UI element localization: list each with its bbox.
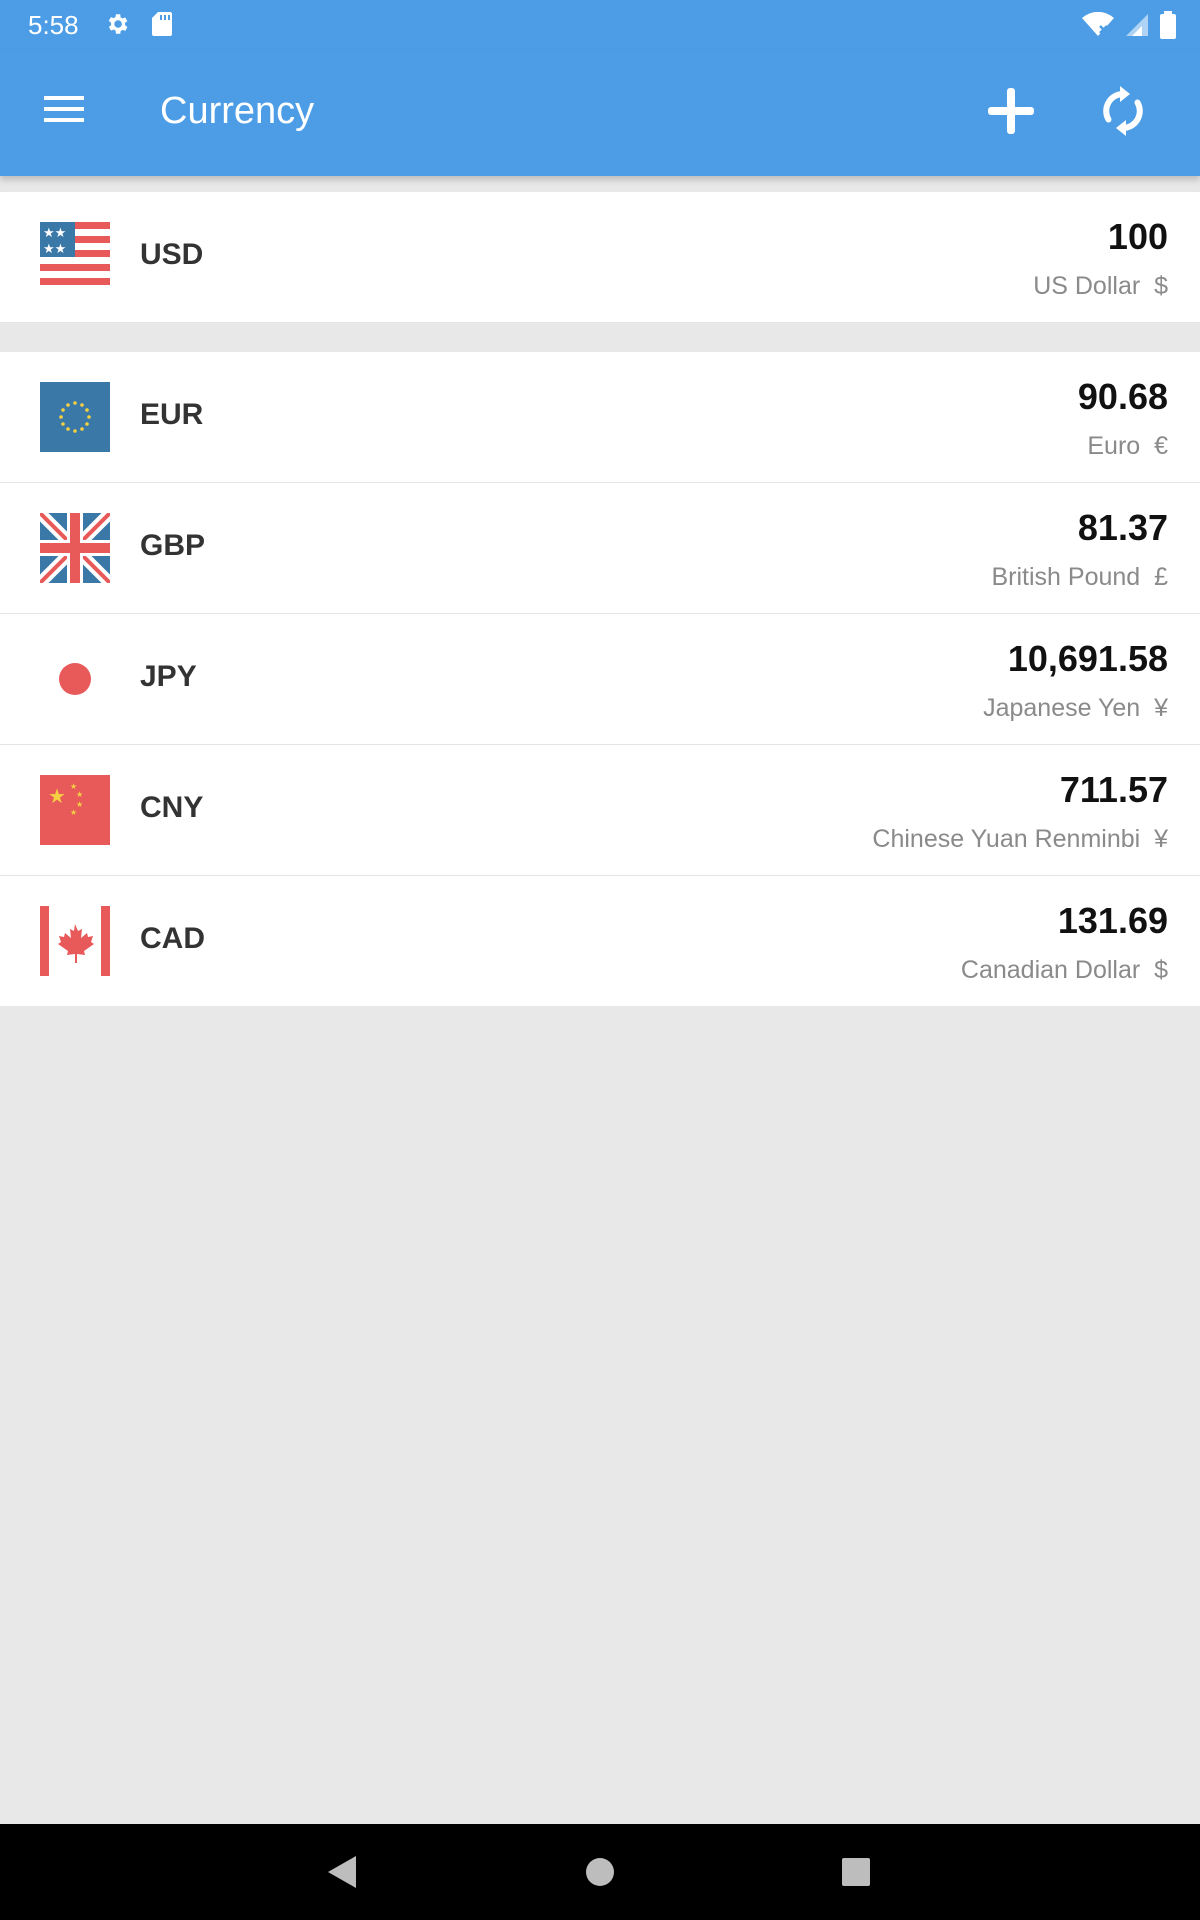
currency-name-text: British Pound	[991, 563, 1141, 591]
page-title: Currency	[160, 90, 315, 132]
currency-row-gbp[interactable]: GBP 81.37 British Pound £	[0, 483, 1200, 614]
currency-code: EUR	[140, 398, 204, 431]
ca-flag-icon	[40, 906, 110, 976]
currency-amount[interactable]: 90.68	[1078, 376, 1168, 418]
app-bar: Currency	[0, 50, 1200, 176]
add-currency-button[interactable]	[986, 86, 1046, 146]
currency-amount[interactable]: 100	[1108, 216, 1168, 258]
currency-name: British Pound £	[991, 563, 1168, 592]
currency-amount[interactable]: 131.69	[1058, 900, 1168, 942]
add-icon	[988, 88, 1034, 134]
battery-icon	[1160, 11, 1176, 44]
currency-code: CNY	[140, 791, 204, 824]
sd-card-icon	[151, 11, 173, 42]
currency-code: CAD	[140, 922, 205, 955]
currency-symbol: $	[1154, 956, 1168, 984]
svg-text:★: ★	[76, 790, 83, 799]
currency-name-text: US Dollar	[1033, 272, 1141, 300]
currency-name: Chinese Yuan Renminbi ¥	[872, 825, 1168, 854]
currency-code: USD	[140, 238, 204, 271]
uk-flag-icon	[40, 513, 110, 583]
currency-symbol: ¥	[1154, 825, 1168, 853]
currency-name-text: Japanese Yen	[983, 694, 1141, 722]
currency-name: Canadian Dollar $	[961, 956, 1168, 985]
currency-amount[interactable]: 81.37	[1078, 507, 1168, 549]
menu-icon[interactable]	[44, 94, 100, 134]
recents-icon	[842, 1858, 870, 1886]
currency-amount[interactable]: 10,691.58	[1008, 638, 1168, 680]
currency-amount[interactable]: 711.57	[1060, 769, 1168, 811]
currency-symbol: €	[1154, 432, 1168, 460]
currency-row-cny[interactable]: ★ ★ ★ ★ ★ CNY 711.57 Chinese Yuan Renmin…	[0, 745, 1200, 876]
sync-icon	[1103, 86, 1143, 136]
svg-text:★★: ★★	[43, 242, 66, 257]
jp-flag-icon	[40, 644, 110, 714]
home-button[interactable]	[584, 1848, 616, 1901]
gear-icon	[104, 11, 130, 42]
home-icon	[586, 1858, 614, 1886]
wifi-off-icon	[1082, 11, 1114, 43]
currency-symbol: ¥	[1154, 694, 1168, 722]
currency-symbol: $	[1154, 272, 1168, 300]
currency-list: EUR 90.68 Euro € GBP 81.37 British Pound…	[0, 352, 1200, 1006]
currency-name: US Dollar $	[1033, 272, 1168, 301]
currency-name-text: Chinese Yuan Renminbi	[872, 825, 1141, 853]
svg-text:★: ★	[48, 784, 66, 808]
eu-flag-icon	[40, 382, 110, 452]
currency-row-jpy[interactable]: JPY 10,691.58 Japanese Yen ¥	[0, 614, 1200, 745]
system-nav-bar	[0, 1824, 1200, 1920]
currency-name-text: Euro	[1087, 432, 1141, 460]
recents-button[interactable]	[840, 1848, 872, 1901]
currency-symbol: £	[1154, 563, 1168, 591]
signal-icon	[1124, 12, 1150, 43]
back-button[interactable]	[322, 1848, 358, 1901]
base-currency-row[interactable]: ★★ ★★ USD 100 US Dollar $	[0, 192, 1200, 323]
svg-text:★: ★	[70, 808, 77, 817]
currency-code: JPY	[140, 660, 197, 693]
cn-flag-icon: ★ ★ ★ ★ ★	[40, 775, 110, 845]
currency-name: Japanese Yen ¥	[983, 694, 1168, 723]
back-icon	[328, 1856, 356, 1888]
svg-text:★★: ★★	[43, 226, 66, 241]
us-flag-icon: ★★ ★★	[40, 222, 110, 292]
status-bar: 5:58	[0, 0, 1200, 50]
currency-code: GBP	[140, 529, 206, 562]
currency-name-text: Canadian Dollar	[960, 956, 1141, 984]
currency-row-cad[interactable]: CAD 131.69 Canadian Dollar $	[0, 876, 1200, 1006]
currency-row-eur[interactable]: EUR 90.68 Euro €	[0, 352, 1200, 483]
sync-button[interactable]	[1098, 86, 1158, 146]
status-time: 5:58	[28, 10, 79, 40]
currency-name: Euro €	[1087, 432, 1168, 461]
